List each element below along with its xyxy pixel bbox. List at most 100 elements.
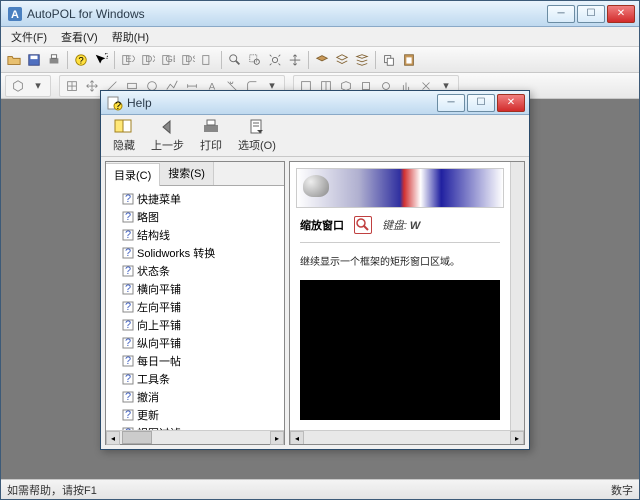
help-toolbar: 隐藏 上一步 打印 选项(O) <box>101 115 529 157</box>
help-content-pane: 缩放窗口 键盘: W 继续显示一个框架的矩形窗口区域。 ◂ ▸ <box>289 161 525 445</box>
help-content-desc: 继续显示一个框架的矩形窗口区域。 <box>290 247 510 274</box>
help-content-heading-row: 缩放窗口 键盘: W <box>290 212 510 238</box>
help-icon[interactable]: ? <box>72 51 90 69</box>
back-icon <box>158 118 178 136</box>
help-content-hscroll[interactable]: ◂ ▸ <box>290 430 524 444</box>
tree-item[interactable]: ?工具条 <box>108 370 282 388</box>
tree-item[interactable]: ?横向平铺 <box>108 280 282 298</box>
help-tree-hscroll[interactable]: ◂ ▸ <box>106 430 284 444</box>
move-icon[interactable] <box>83 77 101 95</box>
magnifier-icon <box>354 216 372 234</box>
svg-text:EXP: EXP <box>125 53 135 64</box>
print-icon <box>201 118 221 136</box>
chevron-down-icon[interactable]: ▾ <box>29 77 47 95</box>
svg-text:?: ? <box>78 55 83 66</box>
dxf-icon[interactable]: DXF <box>139 51 157 69</box>
format-icon[interactable] <box>199 51 217 69</box>
minimize-button[interactable]: ─ <box>547 5 575 23</box>
help-back-button[interactable]: 上一步 <box>145 116 190 155</box>
open-icon[interactable] <box>5 51 23 69</box>
zoom-window-icon[interactable] <box>246 51 264 69</box>
tab-search[interactable]: 搜索(S) <box>160 162 214 185</box>
tree-item[interactable]: ?每日一帖 <box>108 352 282 370</box>
separator <box>114 51 115 69</box>
svg-text:?: ? <box>125 265 131 277</box>
tree-item[interactable]: ?撤消 <box>108 388 282 406</box>
tree-item[interactable]: ?结构线 <box>108 226 282 244</box>
help-tabs: 目录(C) 搜索(S) <box>106 162 284 186</box>
layer-icon[interactable] <box>313 51 331 69</box>
print-icon[interactable] <box>45 51 63 69</box>
scroll-thumb[interactable] <box>122 431 152 444</box>
tree-item[interactable]: ?Solidworks 转换 <box>108 244 282 262</box>
svg-text:A: A <box>11 9 19 21</box>
grid-icon[interactable] <box>63 77 81 95</box>
tree-item[interactable]: ?左向平铺 <box>108 298 282 316</box>
help-tree[interactable]: ?快捷菜单?略图?结构线?Solidworks 转换?状态条?横向平铺?左向平铺… <box>106 186 284 430</box>
scroll-left-icon[interactable]: ◂ <box>106 431 120 445</box>
separator <box>375 51 376 69</box>
export-icon[interactable]: EXP <box>119 51 137 69</box>
save-icon[interactable] <box>25 51 43 69</box>
help-options-button[interactable]: 选项(O) <box>232 116 282 155</box>
svg-text:?: ? <box>125 337 131 349</box>
separator <box>67 51 68 69</box>
menu-view[interactable]: 查看(V) <box>55 27 104 47</box>
close-button[interactable]: ✕ <box>607 5 635 23</box>
tree-item[interactable]: ?略图 <box>108 208 282 226</box>
help-print-button[interactable]: 打印 <box>194 116 228 155</box>
menubar: 文件(F) 查看(V) 帮助(H) <box>1 27 639 47</box>
zoom-in-icon[interactable] <box>226 51 244 69</box>
menu-file[interactable]: 文件(F) <box>5 27 53 47</box>
options-icon <box>247 118 267 136</box>
tree-item[interactable]: ?纵向平铺 <box>108 334 282 352</box>
help-content-preview <box>300 280 500 420</box>
paste-icon[interactable] <box>400 51 418 69</box>
help-app-icon: ? <box>107 95 123 111</box>
tree-item[interactable]: ?更新 <box>108 406 282 424</box>
help-hide-button[interactable]: 隐藏 <box>107 116 141 155</box>
svg-text:DST: DST <box>185 53 195 64</box>
maximize-button[interactable]: ☐ <box>577 5 605 23</box>
help-titlebar[interactable]: ? Help ─ ☐ ✕ <box>101 91 529 115</box>
help-nav-pane: 目录(C) 搜索(S) ?快捷菜单?略图?结构线?Solidworks 转换?状… <box>105 161 285 445</box>
svg-text:?: ? <box>125 355 131 367</box>
svg-text:?: ? <box>125 301 131 313</box>
scroll-right-icon[interactable]: ▸ <box>270 431 284 445</box>
hide-icon <box>114 118 134 136</box>
help-minimize-button[interactable]: ─ <box>437 94 465 112</box>
toolgroup-model: ▾ <box>5 75 51 97</box>
tab-contents[interactable]: 目录(C) <box>106 163 160 186</box>
geo-icon[interactable]: GEO <box>159 51 177 69</box>
pan-icon[interactable] <box>286 51 304 69</box>
copy-icon[interactable] <box>380 51 398 69</box>
help-window: ? Help ─ ☐ ✕ 隐藏 上一步 打印 选项(O) 目录(C) <box>100 90 530 450</box>
scroll-left-icon[interactable]: ◂ <box>290 431 304 445</box>
help-content-vscroll[interactable] <box>510 162 524 430</box>
status-mode: 数字 <box>611 482 633 498</box>
svg-text:?: ? <box>125 319 131 331</box>
svg-text:?: ? <box>125 211 131 223</box>
statusbar: 如需帮助，请按F1 数字 <box>1 479 639 499</box>
svg-text:?: ? <box>125 229 131 241</box>
layers2-icon[interactable] <box>353 51 371 69</box>
main-window-controls: ─ ☐ ✕ <box>547 5 635 23</box>
main-titlebar[interactable]: A AutoPOL for Windows ─ ☐ ✕ <box>1 1 639 27</box>
help-close-button[interactable]: ✕ <box>497 94 525 112</box>
layers-icon[interactable] <box>333 51 351 69</box>
tree-item[interactable]: ?状态条 <box>108 262 282 280</box>
dst-icon[interactable]: DST <box>179 51 197 69</box>
context-help-icon[interactable]: ? <box>92 51 110 69</box>
tree-item[interactable]: ?向上平铺 <box>108 316 282 334</box>
menu-help[interactable]: 帮助(H) <box>106 27 155 47</box>
zoom-extents-icon[interactable] <box>266 51 284 69</box>
tree-item[interactable]: ?快捷菜单 <box>108 190 282 208</box>
svg-text:?: ? <box>125 193 131 205</box>
help-maximize-button[interactable]: ☐ <box>467 94 495 112</box>
divider <box>300 242 500 243</box>
svg-text:GEO: GEO <box>165 53 175 64</box>
help-back-label: 上一步 <box>151 137 184 153</box>
app-icon: A <box>7 6 23 22</box>
part-icon[interactable] <box>9 77 27 95</box>
scroll-right-icon[interactable]: ▸ <box>510 431 524 445</box>
